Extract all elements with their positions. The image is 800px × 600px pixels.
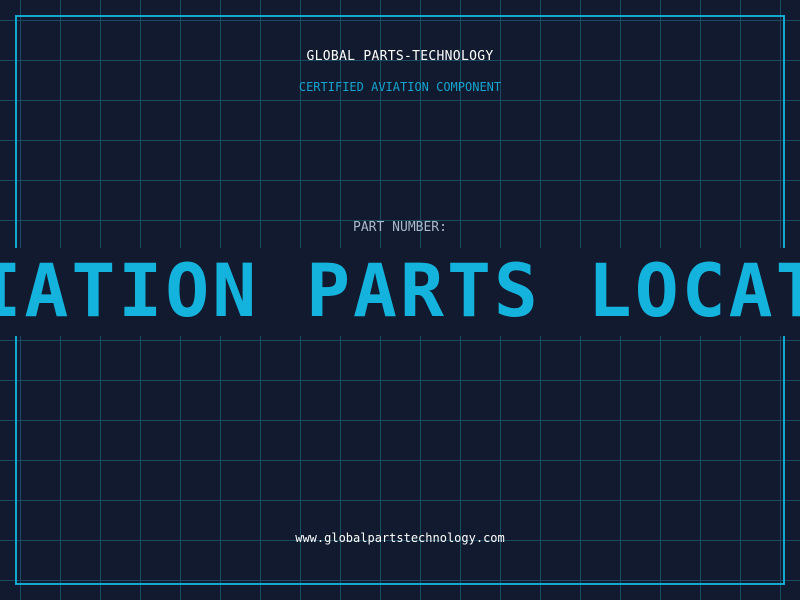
part-number-label: PART NUMBER: — [353, 220, 447, 235]
part-number-band: AVIATION PARTS LOCATOR — [0, 248, 800, 336]
company-name: GLOBAL PARTS-TECHNOLOGY — [306, 49, 494, 64]
website-url[interactable]: www.globalpartstechnology.com — [0, 531, 800, 545]
certification-subtitle: CERTIFIED AVIATION COMPONENT — [298, 80, 502, 94]
label-canvas: GLOBAL PARTS-TECHNOLOGY CERTIFIED AVIATI… — [0, 0, 800, 600]
part-number-value: AVIATION PARTS LOCATOR — [0, 249, 800, 334]
